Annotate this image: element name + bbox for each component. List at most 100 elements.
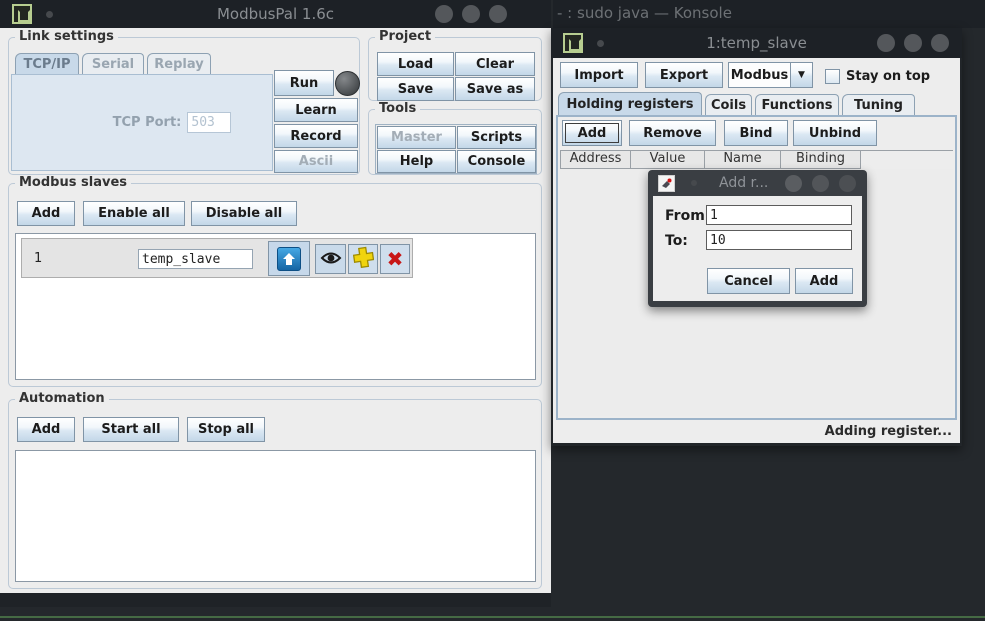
automation-list [15, 450, 536, 582]
tools-button-grid: Master Scripts Help Console [375, 124, 537, 174]
tab-tcpip-label: TCP/IP [23, 57, 70, 72]
help-button[interactable]: Help [377, 150, 456, 173]
col-address[interactable]: Address [560, 151, 631, 169]
window-menu-icon[interactable] [563, 33, 583, 53]
tcp-port-label: TCP Port: [113, 115, 182, 130]
modbus-mode-select[interactable]: Modbus ▼ [728, 62, 813, 88]
slave-delete-button[interactable]: ✖ [380, 244, 410, 274]
load-label: Load [398, 57, 433, 72]
temp-slave-titlebar[interactable]: 1:temp_slave [551, 28, 962, 58]
from-input[interactable] [706, 205, 852, 225]
stop-all-label: Stop all [198, 422, 254, 437]
run-label: Run [290, 76, 319, 91]
clear-label: Clear [476, 57, 514, 72]
col-binding[interactable]: Binding [781, 151, 861, 169]
tcp-port-input[interactable] [187, 112, 231, 133]
automation-group: Automation Add Start all Stop all [8, 399, 542, 589]
titlebar-dot-icon [691, 180, 697, 186]
window-menu-icon[interactable] [12, 4, 32, 24]
desktop-bottom-line [0, 616, 985, 618]
ascii-button[interactable]: Ascii [274, 150, 358, 173]
tab-holding-registers[interactable]: Holding registers [558, 92, 702, 115]
run-button[interactable]: Run [274, 70, 334, 96]
slave-row[interactable]: 1 [21, 238, 413, 278]
konsole-titlebar: - : sudo java — Konsole [553, 0, 985, 28]
dialog-content: From: To: Cancel Add [653, 196, 862, 301]
delete-x-icon: ✖ [387, 249, 404, 269]
status-bar: Adding register... [553, 420, 960, 443]
help-label: Help [400, 154, 433, 169]
learn-label: Learn [295, 103, 337, 118]
disable-all-button[interactable]: Disable all [191, 201, 297, 226]
to-input[interactable] [706, 230, 852, 250]
automation-add-label: Add [32, 422, 61, 437]
stay-on-top-checkbox[interactable] [825, 69, 840, 84]
col-name[interactable]: Name [705, 151, 781, 169]
dialog-cancel-button[interactable]: Cancel [707, 268, 790, 294]
disable-all-label: Disable all [206, 206, 283, 221]
modbuspal-titlebar[interactable]: ModbusPal 1.6c [0, 0, 551, 28]
maximize-button[interactable] [812, 175, 829, 192]
registers-table-header: Address Value Name Binding [560, 150, 953, 169]
tab-coils-label: Coils [711, 98, 746, 113]
record-label: Record [290, 129, 341, 144]
automation-add-button[interactable]: Add [17, 417, 75, 442]
enable-all-button[interactable]: Enable all [83, 201, 185, 226]
export-label: Export [660, 68, 708, 83]
register-bind-button[interactable]: Bind [724, 120, 788, 146]
tab-replay[interactable]: Replay [147, 53, 211, 74]
eye-icon [320, 250, 342, 269]
slave-id: 1 [34, 251, 42, 266]
chevron-down-icon[interactable]: ▼ [791, 63, 812, 87]
tab-tuning-label: Tuning [854, 98, 903, 113]
clear-button[interactable]: Clear [455, 52, 535, 76]
close-button[interactable] [839, 175, 856, 192]
start-all-button[interactable]: Start all [83, 417, 179, 442]
learn-button[interactable]: Learn [274, 98, 358, 122]
slave-add-register-button[interactable] [348, 244, 378, 274]
load-button[interactable]: Load [377, 52, 454, 76]
dialog-title: Add r... [719, 175, 768, 191]
export-button[interactable]: Export [645, 62, 723, 88]
run-led-icon [335, 71, 360, 96]
tab-coils[interactable]: Coils [705, 94, 752, 115]
register-add-label: Add [578, 126, 607, 141]
slave-add-button[interactable]: Add [17, 201, 75, 226]
scripts-button[interactable]: Scripts [457, 126, 536, 149]
col-value[interactable]: Value [631, 151, 705, 169]
tab-tuning[interactable]: Tuning [842, 94, 915, 115]
dialog-titlebar[interactable]: Add r... [648, 170, 867, 196]
konsole-title: - : sudo java — Konsole [553, 0, 985, 22]
register-unbind-label: Unbind [809, 126, 861, 141]
tab-functions[interactable]: Functions [755, 94, 839, 115]
save-button[interactable]: Save [377, 77, 454, 101]
scripts-label: Scripts [471, 130, 522, 145]
register-add-button[interactable]: Add [562, 120, 622, 146]
slave-enable-toggle[interactable] [268, 241, 310, 276]
tab-tcpip[interactable]: TCP/IP [15, 53, 79, 74]
tab-holding-label: Holding registers [566, 97, 693, 112]
ascii-label: Ascii [299, 154, 333, 169]
tab-serial[interactable]: Serial [82, 53, 144, 74]
register-unbind-button[interactable]: Unbind [793, 120, 877, 146]
import-button[interactable]: Import [560, 62, 638, 88]
stop-all-button[interactable]: Stop all [187, 417, 265, 442]
master-button[interactable]: Master [377, 126, 456, 149]
import-label: Import [574, 68, 623, 83]
dialog-add-button[interactable]: Add [795, 268, 853, 294]
slave-list: 1 [15, 233, 536, 380]
tools-title: Tools [375, 101, 420, 116]
console-button[interactable]: Console [457, 150, 536, 173]
status-text: Adding register... [825, 424, 952, 439]
link-settings-group: Link settings TCP/IP Serial Replay TCP P… [8, 37, 360, 175]
minimize-button[interactable] [785, 175, 802, 192]
add-registers-dialog: Add r... From: To: Cancel Add [648, 170, 867, 307]
slave-name-input[interactable] [138, 249, 253, 269]
slave-eye-button[interactable] [315, 244, 346, 274]
record-button[interactable]: Record [274, 124, 358, 148]
register-remove-label: Remove [643, 126, 702, 141]
save-label: Save [398, 82, 433, 97]
slave-add-label: Add [32, 206, 61, 221]
save-as-button[interactable]: Save as [455, 77, 535, 101]
register-remove-button[interactable]: Remove [629, 120, 716, 146]
